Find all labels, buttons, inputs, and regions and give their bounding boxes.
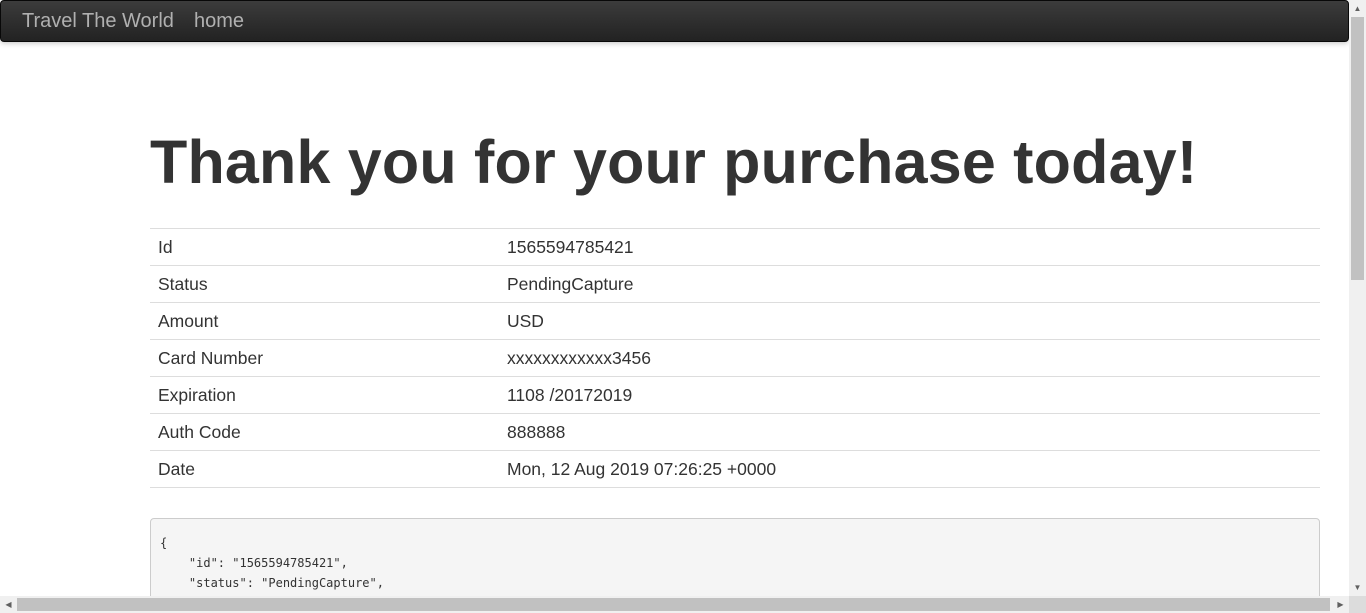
page-title: Thank you for your purchase today! [150, 128, 1198, 196]
vertical-scroll-thumb[interactable] [1351, 17, 1364, 280]
detail-value: PendingCapture [499, 265, 1320, 303]
detail-value: Mon, 12 Aug 2019 07:26:25 +0000 [499, 450, 1320, 488]
detail-label: Id [150, 228, 499, 266]
horizontal-scroll-thumb[interactable] [17, 598, 1330, 611]
scroll-left-arrow-icon[interactable]: ◀ [0, 596, 17, 613]
detail-value: xxxxxxxxxxxx3456 [499, 339, 1320, 377]
brand-link[interactable]: Travel The World [22, 10, 174, 32]
table-row: Auth Code 888888 [150, 413, 1320, 451]
table-row: Expiration 1108 /20172019 [150, 376, 1320, 414]
scroll-up-arrow-icon[interactable]: ▲ [1349, 0, 1366, 17]
detail-value: USD [499, 302, 1320, 340]
page-viewport: Travel The World home Thank you for your… [0, 0, 1349, 596]
detail-label: Card Number [150, 339, 499, 377]
detail-label: Status [150, 265, 499, 303]
detail-value: 1565594785421 [499, 228, 1320, 266]
table-row: Status PendingCapture [150, 265, 1320, 303]
json-response-block: { "id": "1565594785421", "status": "Pend… [150, 518, 1320, 596]
table-row: Id 1565594785421 [150, 228, 1320, 266]
scroll-down-arrow-icon[interactable]: ▼ [1349, 579, 1366, 596]
detail-value: 888888 [499, 413, 1320, 451]
scrollbar-corner [1349, 596, 1366, 613]
nav-home-link[interactable]: home [194, 10, 244, 32]
table-row: Date Mon, 12 Aug 2019 07:26:25 +0000 [150, 450, 1320, 488]
detail-label: Date [150, 450, 499, 488]
detail-label: Expiration [150, 376, 499, 414]
table-row: Card Number xxxxxxxxxxxx3456 [150, 339, 1320, 377]
horizontal-scrollbar[interactable]: ◀ ▶ [0, 596, 1349, 613]
purchase-details-table: Id 1565594785421 Status PendingCapture A… [150, 228, 1320, 488]
detail-label: Amount [150, 302, 499, 340]
scroll-right-arrow-icon[interactable]: ▶ [1332, 596, 1349, 613]
detail-label: Auth Code [150, 413, 499, 451]
table-row: Amount USD [150, 302, 1320, 340]
top-navbar: Travel The World home [0, 0, 1349, 42]
vertical-scrollbar[interactable]: ▲ ▼ [1349, 0, 1366, 596]
detail-value: 1108 /20172019 [499, 376, 1320, 414]
